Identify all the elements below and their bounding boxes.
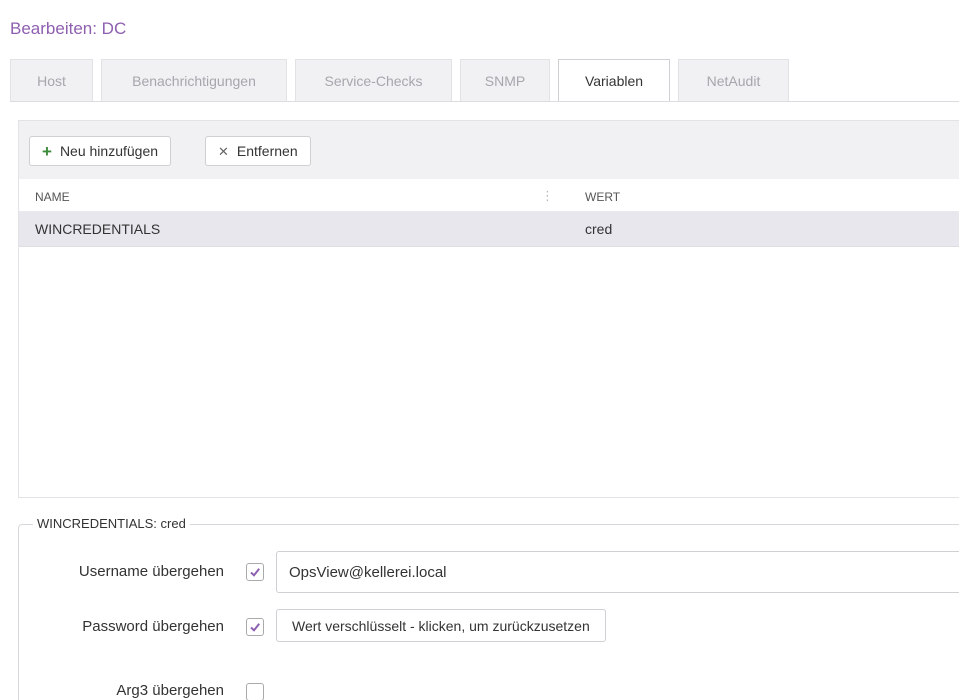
- tab-snmp[interactable]: SNMP: [460, 59, 550, 101]
- tab-benachrichtigungen[interactable]: Benachrichtigungen: [101, 59, 287, 101]
- tab-host[interactable]: Host: [10, 59, 93, 101]
- plus-icon: +: [42, 141, 52, 161]
- tab-bar: Host Benachrichtigungen Service-Checks S…: [10, 59, 797, 102]
- column-header-wert[interactable]: WERT: [585, 190, 620, 204]
- tab-netaudit[interactable]: NetAudit: [678, 59, 789, 101]
- add-button-label: Neu hinzufügen: [59, 143, 159, 159]
- add-button[interactable]: + Neu hinzufügen: [29, 136, 172, 166]
- password-label: Password übergehen: [82, 618, 224, 635]
- arg3-label: Arg3 übergehen: [116, 682, 224, 699]
- tab-service-checks[interactable]: Service-Checks: [295, 59, 452, 101]
- password-checkbox[interactable]: [246, 618, 264, 636]
- grid-header: NAME ⋮ WERT: [19, 179, 959, 212]
- variables-panel: + Neu hinzufügen ✕ Entfernen NAME ⋮ WERT…: [18, 120, 959, 498]
- page-title: Bearbeiten: DC: [10, 19, 127, 38]
- username-label: Username übergehen: [78, 563, 224, 580]
- toolbar: + Neu hinzufügen ✕ Entfernen: [19, 121, 959, 179]
- username-input[interactable]: [276, 551, 959, 593]
- tab-variablen[interactable]: Variablen: [558, 59, 670, 102]
- tab-divider: [10, 101, 959, 102]
- arg3-checkbox[interactable]: [246, 683, 264, 700]
- check-icon: [250, 623, 260, 632]
- check-icon: [250, 568, 260, 577]
- details-legend: WINCREDENTIALS: cred: [33, 516, 190, 531]
- column-header-name[interactable]: NAME: [35, 190, 70, 204]
- cell-name: WINCREDENTIALS: [35, 221, 161, 237]
- remove-button-label: Entfernen: [236, 143, 298, 159]
- table-row[interactable]: WINCREDENTIALS cred: [19, 212, 959, 247]
- column-menu-icon[interactable]: ⋮: [541, 188, 554, 204]
- username-checkbox[interactable]: [246, 563, 264, 581]
- remove-button[interactable]: ✕ Entfernen: [205, 136, 311, 166]
- cell-wert: cred: [585, 221, 613, 237]
- reset-encrypted-value-button[interactable]: Wert verschlüsselt - klicken, um zurückz…: [276, 609, 606, 642]
- close-icon: ✕: [218, 143, 229, 159]
